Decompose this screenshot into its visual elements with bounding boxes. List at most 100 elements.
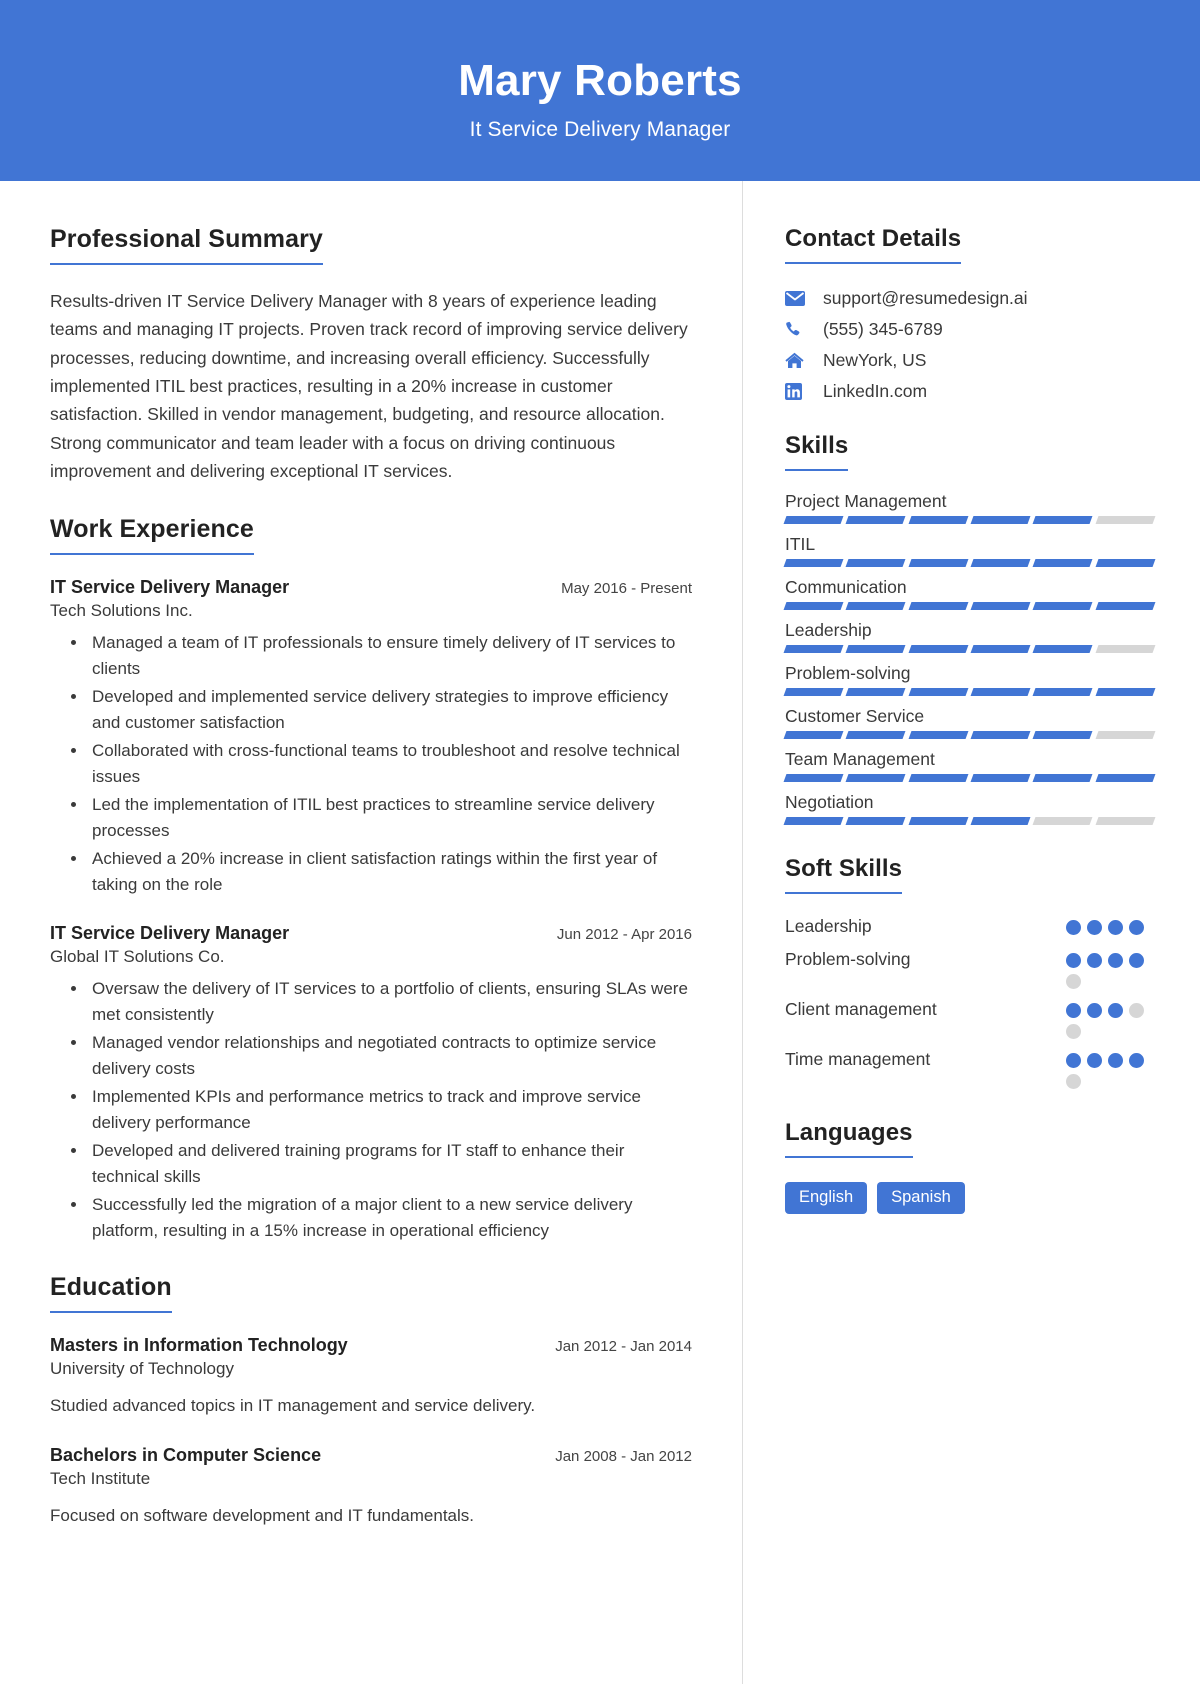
work-bullet: Developed and delivered training program…	[88, 1138, 692, 1189]
work-entry-list: IT Service Delivery Manager May 2016 - P…	[50, 577, 692, 1243]
skill-segment	[1095, 559, 1156, 567]
skill-segment	[1032, 774, 1094, 782]
work-bullet-list: Oversaw the delivery of IT services to a…	[74, 976, 692, 1243]
skill-segment	[970, 688, 1031, 696]
soft-skill-dot	[1066, 1053, 1081, 1069]
soft-skill-dot	[1066, 1024, 1081, 1040]
soft-skill-dot	[1066, 920, 1081, 935]
job-title: IT Service Delivery Manager	[50, 577, 290, 598]
work-bullet: Successfully led the migration of a majo…	[88, 1192, 692, 1243]
soft-skill-dot	[1108, 953, 1123, 969]
skill-segment	[1095, 602, 1156, 610]
section-title-contact: Contact Details	[785, 225, 962, 264]
skill-segment	[908, 516, 969, 524]
skill-segment	[1095, 774, 1156, 782]
skill-segment	[970, 774, 1031, 782]
soft-skill-dot	[1066, 974, 1081, 990]
contact-row[interactable]: NewYork, US	[785, 350, 1154, 371]
skill-level-bar	[783, 817, 1156, 825]
degree-title: Masters in Information Technology	[50, 1335, 348, 1356]
skill-item: Leadership	[783, 620, 1156, 653]
skill-segment	[908, 817, 969, 825]
soft-skill-dot	[1066, 1003, 1081, 1019]
resume-body: Professional Summary Results-driven IT S…	[0, 181, 1200, 1684]
section-work-experience: Work Experience IT Service Delivery Mana…	[50, 515, 692, 1243]
skill-segment	[1032, 602, 1094, 610]
soft-skill-dot	[1108, 920, 1123, 935]
skill-segment	[970, 559, 1031, 567]
skill-segment	[908, 645, 969, 653]
soft-skills-list: Leadership Problem-solving Client manage…	[785, 914, 1154, 1090]
section-title-summary: Professional Summary	[50, 225, 323, 265]
soft-skill-dot	[1129, 920, 1144, 935]
contact-row[interactable]: support@resumedesign.ai	[785, 288, 1154, 309]
work-entry-header: IT Service Delivery Manager Jun 2012 - A…	[50, 923, 692, 944]
resume-header: Mary Roberts It Service Delivery Manager	[0, 0, 1200, 181]
soft-skill-dot	[1087, 953, 1102, 969]
skill-segment	[783, 817, 844, 825]
soft-skill-dot	[1066, 1074, 1081, 1090]
skill-segment	[783, 688, 844, 696]
education-entry-header: Bachelors in Computer Science Jan 2008 -…	[50, 1445, 692, 1466]
soft-skill-row: Problem-solving	[785, 947, 1154, 990]
skill-label: Project Management	[785, 491, 947, 511]
skill-level-bar	[783, 559, 1156, 567]
company-name: Global IT Solutions Co.	[50, 947, 225, 967]
candidate-role: It Service Delivery Manager	[469, 117, 731, 141]
section-title-work: Work Experience	[50, 515, 254, 556]
contact-row[interactable]: LinkedIn.com	[785, 381, 1154, 402]
contact-value: support@resumedesign.ai	[823, 288, 1028, 308]
skill-segment	[908, 602, 969, 610]
education-date-range: Jan 2008 - Jan 2012	[555, 1447, 692, 1465]
skill-segment	[1095, 731, 1156, 739]
work-bullet: Oversaw the delivery of IT services to a…	[88, 976, 692, 1027]
soft-skill-dot	[1087, 1053, 1102, 1069]
resume-page: Mary Roberts It Service Delivery Manager…	[0, 0, 1200, 1684]
work-bullet: Managed a team of IT professionals to en…	[88, 630, 692, 681]
skill-label: ITIL	[785, 534, 816, 554]
job-date-range: May 2016 - Present	[561, 580, 692, 598]
skill-level-bar	[783, 688, 1156, 696]
skill-segment	[1032, 645, 1094, 653]
skill-segment	[783, 602, 844, 610]
work-bullet-list: Managed a team of IT professionals to en…	[74, 630, 692, 897]
skill-segment	[845, 688, 907, 696]
contact-value: (555) 345-6789	[823, 319, 943, 339]
skill-level-bar	[783, 774, 1156, 782]
education-date-range: Jan 2012 - Jan 2014	[555, 1338, 692, 1356]
skill-segment	[845, 516, 907, 524]
work-bullet: Achieved a 20% increase in client satisf…	[88, 846, 692, 897]
contact-value: LinkedIn.com	[823, 381, 928, 401]
education-entry-header: Masters in Information Technology Jan 20…	[50, 1335, 692, 1356]
skill-segment	[1032, 516, 1094, 524]
skill-level-bar	[783, 731, 1156, 739]
right-column: Contact Details support@resumedesign.ai …	[743, 181, 1200, 1684]
contact-row[interactable]: (555) 345-6789	[785, 319, 1154, 340]
language-chip: Spanish	[877, 1182, 965, 1214]
skill-label: Team Management	[785, 749, 935, 769]
skill-segment	[1032, 731, 1094, 739]
skill-item: Team Management	[783, 749, 1156, 782]
institution-name: Tech Institute	[50, 1468, 151, 1488]
soft-skill-label: Time management	[785, 1049, 931, 1070]
work-entry: IT Service Delivery Manager May 2016 - P…	[50, 577, 692, 897]
home-icon	[785, 352, 811, 369]
soft-skill-dot	[1108, 1003, 1123, 1019]
skill-segment	[1095, 645, 1156, 653]
work-bullet: Managed vendor relationships and negotia…	[88, 1030, 692, 1081]
soft-skill-label: Leadership	[785, 916, 872, 936]
skill-level-bar	[783, 602, 1156, 610]
soft-skill-dot	[1087, 920, 1102, 935]
summary-text: Results-driven IT Service Delivery Manag…	[50, 291, 688, 482]
skill-segment	[908, 688, 969, 696]
work-bullet: Implemented KPIs and performance metrics…	[88, 1084, 692, 1135]
skill-segment	[845, 602, 907, 610]
skill-segment	[1095, 817, 1156, 825]
soft-skill-rating	[1066, 914, 1154, 935]
work-entry-header: IT Service Delivery Manager May 2016 - P…	[50, 577, 692, 598]
skill-segment	[845, 731, 907, 739]
skill-segment	[845, 645, 907, 653]
skill-segment	[908, 774, 969, 782]
skill-segment	[970, 645, 1031, 653]
section-title-education: Education	[50, 1273, 172, 1314]
